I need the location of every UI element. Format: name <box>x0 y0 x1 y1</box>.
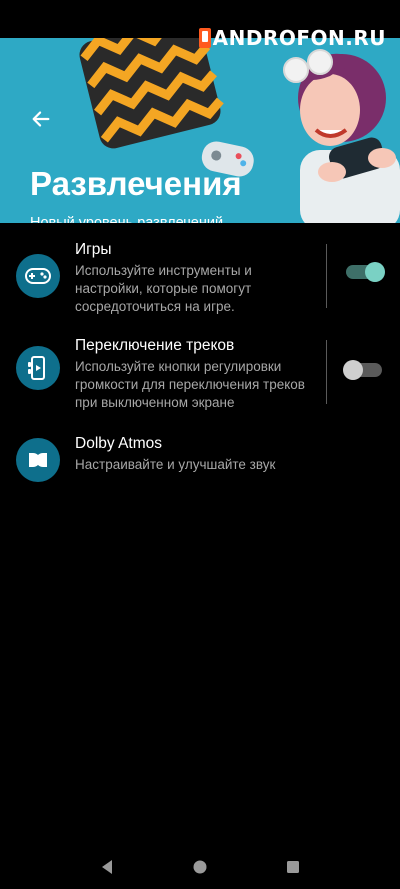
back-nav-icon[interactable] <box>97 857 117 877</box>
recents-nav-icon[interactable] <box>283 857 303 877</box>
home-nav-icon[interactable] <box>190 857 210 877</box>
settings-list: Игры Используйте инструменты и настройки… <box>0 236 400 500</box>
track-switching-toggle[interactable] <box>343 360 382 380</box>
games-description: Используйте инструменты и настройки, кот… <box>75 263 252 314</box>
row-divider <box>326 244 327 308</box>
page-title: Развлечения <box>30 165 242 202</box>
header-banner: Развлечения Новый уровень развлечений. <box>0 38 400 223</box>
games-toggle[interactable] <box>346 262 385 282</box>
track-switching-title: Переключение треков <box>75 337 235 354</box>
watermark-phone-icon <box>198 28 211 48</box>
list-item-games[interactable]: Игры Используйте инструменты и настройки… <box>0 236 400 332</box>
back-arrow-icon[interactable] <box>30 108 52 130</box>
track-switch-icon <box>16 346 60 390</box>
dolby-atmos-description: Настраивайте и улучшайте звук <box>75 457 276 472</box>
track-switching-description: Используйте кнопки регулировки громкости… <box>75 359 305 410</box>
watermark-text: ANDROFON.RU <box>212 26 386 50</box>
list-item-track-switching[interactable]: Переключение треков Используйте кнопки р… <box>0 332 400 430</box>
gamepad-icon <box>16 254 60 298</box>
row-divider <box>326 340 327 404</box>
page-subtitle: Новый уровень развлечений. <box>30 215 228 223</box>
games-title: Игры <box>75 241 112 258</box>
system-navigation-bar <box>0 845 400 889</box>
site-watermark: ANDROFON.RU <box>198 26 386 50</box>
dolby-atmos-title: Dolby Atmos <box>75 435 163 452</box>
list-item-dolby-atmos[interactable]: Dolby Atmos Настраивайте и улучшайте зву… <box>0 430 400 500</box>
dolby-icon <box>16 438 60 482</box>
